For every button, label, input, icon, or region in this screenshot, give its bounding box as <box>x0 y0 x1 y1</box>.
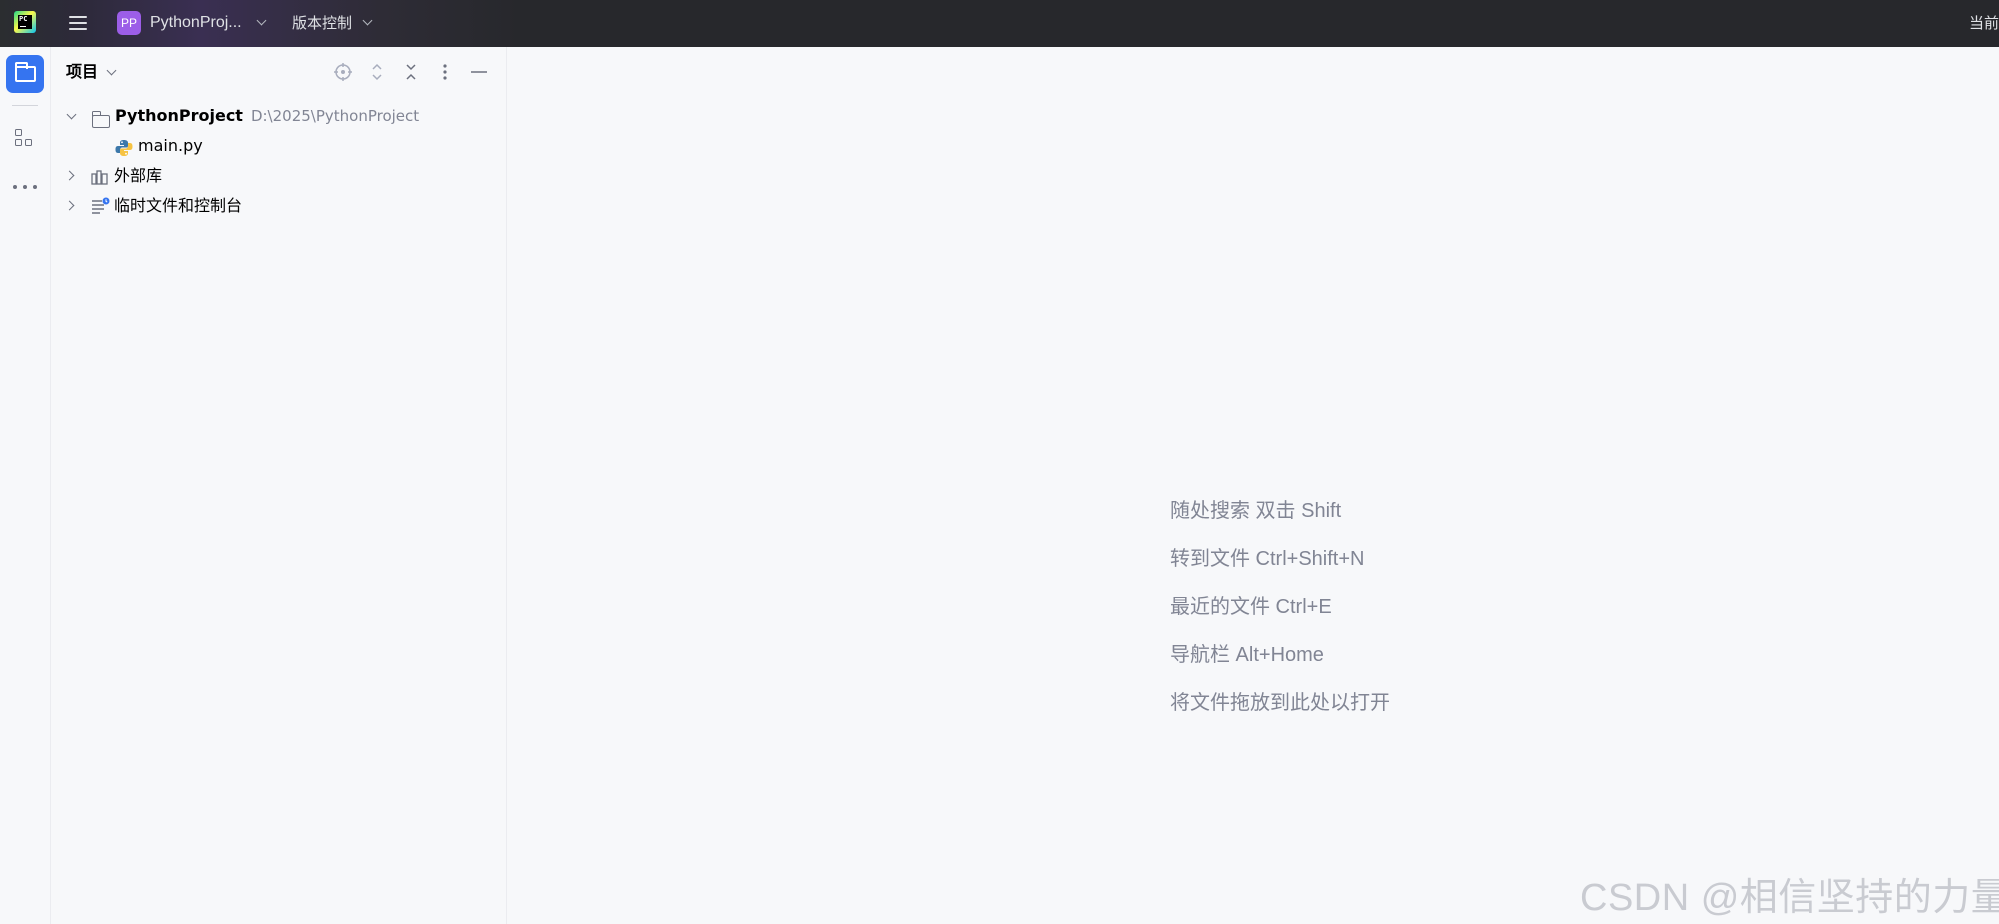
tree-root-path: D:\2025\PythonProject <box>250 107 420 125</box>
tool-window-strip <box>0 47 51 924</box>
folder-icon <box>91 111 110 128</box>
tree-item-scratches[interactable]: 临时文件和控制台 <box>114 194 242 218</box>
tree-collapsed-chevron-icon[interactable] <box>64 170 75 181</box>
project-chevron-down-icon[interactable] <box>256 15 267 26</box>
tree-external-libs-name: 外部库 <box>114 166 163 185</box>
python-file-icon <box>115 139 133 157</box>
tree-root-name: PythonProject <box>115 106 243 125</box>
hint-drop-files: 将文件拖放到此处以打开 <box>1170 692 1390 714</box>
hint-go-to-file: 转到文件 Ctrl+Shift+N <box>1170 548 1365 570</box>
project-panel: 项目 PythonProject D:\2025\PythonProject ma… <box>51 47 507 924</box>
tree-expand-chevron-icon[interactable] <box>66 109 77 120</box>
tool-separator <box>12 105 38 106</box>
locate-icon[interactable] <box>332 61 354 83</box>
tree-collapsed-chevron-icon[interactable] <box>64 200 75 211</box>
hint-navigation-bar: 导航栏 Alt+Home <box>1170 644 1324 666</box>
tree-item-main-py[interactable]: main.py <box>138 134 203 158</box>
more-icon[interactable] <box>12 185 38 191</box>
tree-file-name: main.py <box>138 136 203 155</box>
tree-item-external-libs[interactable]: 外部库 <box>114 164 162 188</box>
csdn-watermark: CSDN @相信坚持的力量 <box>1580 877 1999 919</box>
scratches-icon <box>91 197 111 215</box>
editor-empty-area[interactable]: 随处搜索 双击 Shift 转到文件 Ctrl+Shift+N 最近的文件 Ct… <box>508 47 1999 924</box>
panel-title-chevron-down-icon[interactable] <box>106 65 117 76</box>
project-badge[interactable]: PP <box>117 11 141 35</box>
hide-icon[interactable] <box>468 61 490 83</box>
library-icon <box>91 169 109 185</box>
structure-icon[interactable] <box>14 127 36 149</box>
expand-all-icon[interactable] <box>366 61 388 83</box>
tree-scratches-name: 临时文件和控制台 <box>114 196 243 215</box>
run-config-label[interactable]: 当前 <box>1969 12 1999 34</box>
vcs-menu[interactable]: 版本控制 <box>292 12 352 34</box>
tree-item-root[interactable]: PythonProject D:\2025\PythonProject <box>115 104 419 128</box>
vcs-chevron-down-icon[interactable] <box>362 15 373 26</box>
main-menu-icon[interactable] <box>67 12 89 34</box>
title-bar: PC PP PythonProj... 版本控制 当前 <box>0 0 1999 47</box>
project-folder-icon[interactable] <box>6 55 44 93</box>
hint-recent-files: 最近的文件 Ctrl+E <box>1170 596 1332 618</box>
pycharm-logo-icon[interactable]: PC <box>14 11 36 33</box>
collapse-all-icon[interactable] <box>400 61 422 83</box>
panel-title[interactable]: 项目 <box>66 61 98 83</box>
project-selector[interactable]: PythonProj... <box>150 12 242 34</box>
hint-search-everywhere: 随处搜索 双击 Shift <box>1170 500 1342 522</box>
options-icon[interactable] <box>434 61 456 83</box>
